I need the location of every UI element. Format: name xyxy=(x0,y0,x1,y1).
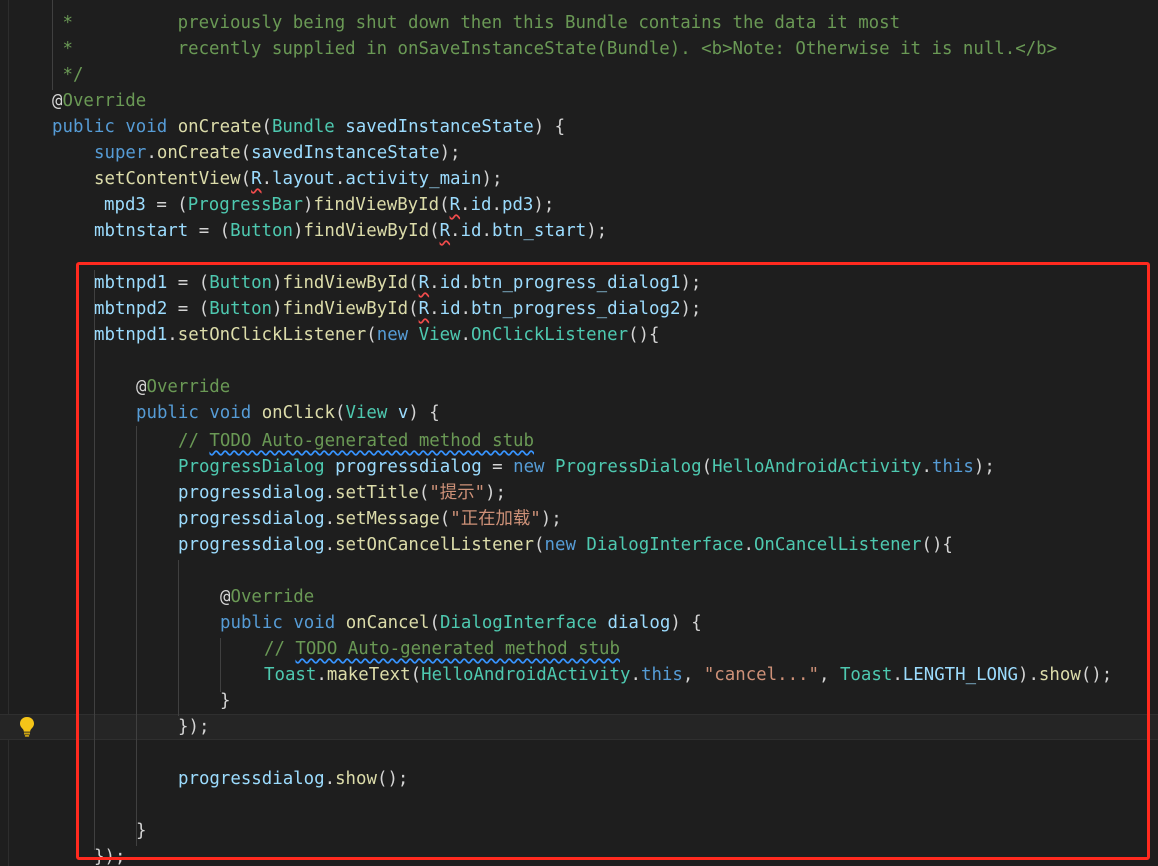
code-line[interactable]: * recently supplied in onSaveInstanceSta… xyxy=(52,36,1057,62)
code-token: . xyxy=(491,195,502,215)
code-token: . xyxy=(146,143,157,163)
code-token: . xyxy=(334,169,346,189)
code-token: * recently supplied in onSaveInstanceSta… xyxy=(52,39,1058,59)
code-line[interactable]: super.onCreate(savedInstanceState); xyxy=(94,140,461,166)
code-token: . xyxy=(261,169,273,189)
code-token: mpd3 xyxy=(104,195,146,215)
code-token: onCreate xyxy=(156,143,241,163)
code-token: ); xyxy=(586,221,608,241)
code-token: . xyxy=(481,221,492,241)
code-line[interactable]: mbtnstart = (Button)findViewById(R.id.bt… xyxy=(94,218,607,244)
code-token: mbtnstart xyxy=(94,221,189,241)
code-token: Override xyxy=(62,91,147,111)
code-line[interactable]: setContentView(R.layout.activity_main); xyxy=(94,166,502,192)
code-token: id xyxy=(470,195,492,215)
code-token: layout xyxy=(272,169,335,189)
code-token: findViewById xyxy=(313,195,440,215)
code-token: */ xyxy=(52,65,84,85)
code-line[interactable]: */ xyxy=(52,62,83,88)
code-token: = ( xyxy=(188,221,231,241)
code-token: btn_start xyxy=(491,221,587,241)
code-token: onCreate xyxy=(177,117,262,137)
code-token: savedInstanceState xyxy=(251,143,440,163)
code-token: = ( xyxy=(145,195,188,215)
code-token: void xyxy=(125,117,168,137)
code-line[interactable]: public void onCreate(Bundle savedInstanc… xyxy=(52,114,565,140)
code-line[interactable]: @Override xyxy=(52,88,146,114)
code-token: ( xyxy=(240,143,252,163)
code-token: ) xyxy=(292,221,304,241)
code-token: R xyxy=(251,169,262,189)
code-token: . xyxy=(460,195,471,215)
code-token: Bundle xyxy=(271,117,335,137)
code-token: * previously being shut down then this B… xyxy=(52,13,901,33)
code-token: id xyxy=(460,221,482,241)
code-token: ); xyxy=(481,169,503,189)
code-token: findViewById xyxy=(303,221,430,241)
code-token: ( xyxy=(261,117,272,137)
red-highlight-box xyxy=(76,262,1150,860)
code-token: Button xyxy=(230,221,293,241)
code-token: ); xyxy=(439,143,461,163)
code-line[interactable]: * previously being shut down then this B… xyxy=(52,10,900,36)
code-token: ) xyxy=(302,195,314,215)
code-token: ( xyxy=(429,221,440,241)
code-token: ( xyxy=(439,195,450,215)
code-token: R xyxy=(439,221,451,241)
code-token: ProgressBar xyxy=(187,195,303,215)
code-token: . xyxy=(450,221,461,241)
code-token: R xyxy=(449,195,461,215)
code-editor[interactable]: * previously being shut down then this B… xyxy=(0,0,1158,866)
code-line[interactable]: mpd3 = (ProgressBar)findViewById(R.id.pd… xyxy=(104,192,554,218)
code-token: ) { xyxy=(533,117,566,137)
code-token: public xyxy=(52,117,115,137)
code-token: savedInstanceState xyxy=(345,117,534,137)
code-token: ); xyxy=(533,195,555,215)
code-token: ( xyxy=(240,169,252,189)
code-token: pd3 xyxy=(501,195,534,215)
lightbulb-icon[interactable] xyxy=(18,716,36,738)
code-token: setContentView xyxy=(94,169,241,189)
code-token: super xyxy=(94,143,147,163)
code-token: activity_main xyxy=(345,169,482,189)
code-token: @ xyxy=(52,91,63,111)
